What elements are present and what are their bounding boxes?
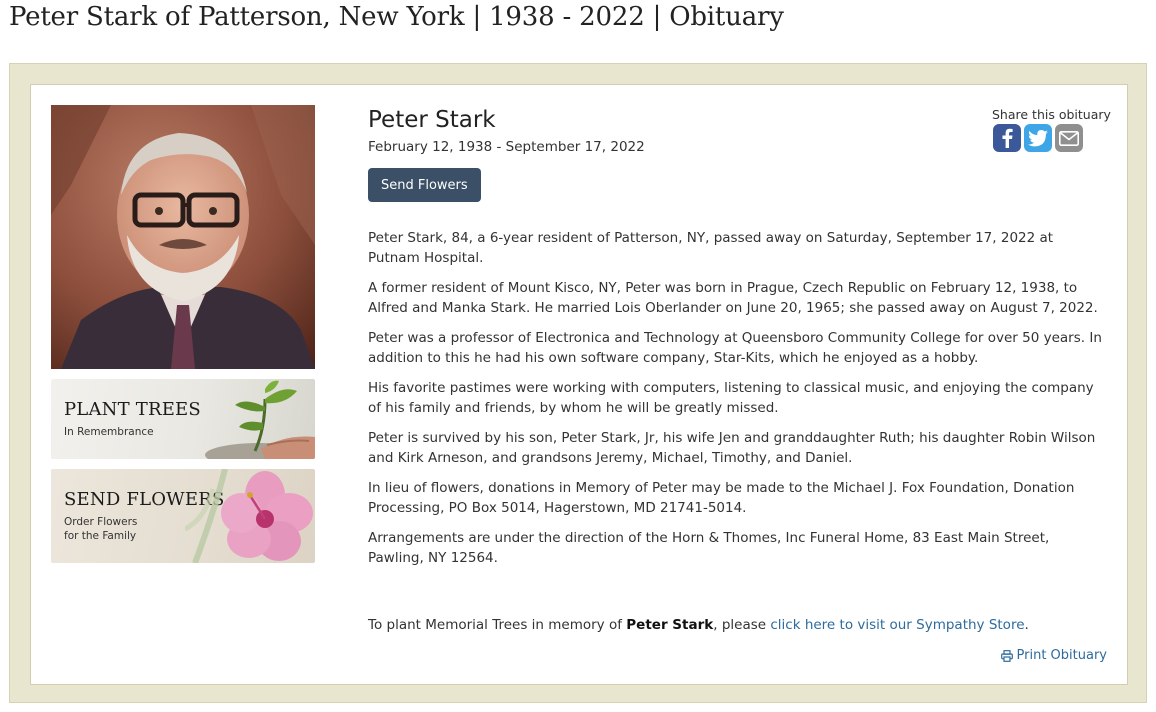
obituary-paragraph: Peter was a professor of Electronica and…	[368, 330, 1102, 366]
memorial-trees-line: To plant Memorial Trees in memory of Pet…	[368, 617, 1029, 633]
send-flowers-subtitle-line1: Order Flowers	[64, 516, 138, 528]
obituary-card: PLANT TREES In Remembrance SEND FLOWERS …	[30, 84, 1128, 685]
seedling-hands-icon	[205, 380, 315, 459]
memorial-trees-suffix: .	[1024, 617, 1029, 633]
page-title: Peter Stark of Patterson, New York | 193…	[9, 2, 784, 32]
obituary-panel: PLANT TREES In Remembrance SEND FLOWERS …	[9, 63, 1147, 703]
obituary-text: Peter Stark, 84, a 6-year resident of Pa…	[368, 228, 1103, 578]
plant-trees-banner[interactable]: PLANT TREES In Remembrance	[51, 379, 315, 459]
send-flowers-button[interactable]: Send Flowers	[368, 168, 481, 202]
memorial-trees-name: Peter Stark	[626, 617, 714, 633]
obituary-paragraph: A former resident of Mount Kisco, NY, Pe…	[368, 280, 1098, 316]
send-flowers-subtitle-line2: for the Family	[64, 530, 137, 542]
printer-icon	[1000, 649, 1013, 662]
send-flowers-banner[interactable]: SEND FLOWERS Order Flowers for the Famil…	[51, 469, 315, 563]
email-icon[interactable]	[1055, 124, 1083, 152]
obituary-paragraph: Arrangements are under the direction of …	[368, 530, 1050, 566]
obituary-paragraph: In lieu of flowers, donations in Memory …	[368, 480, 1075, 516]
obituary-paragraph: His favorite pastimes were working with …	[368, 380, 1094, 416]
print-obituary-link[interactable]: Print Obituary	[1000, 648, 1107, 663]
facebook-icon[interactable]	[993, 124, 1021, 152]
obituary-paragraph: Peter Stark, 84, a 6-year resident of Pa…	[368, 230, 1054, 266]
obituary-paragraph: Peter is survived by his son, Peter Star…	[368, 430, 1096, 466]
plant-trees-title: PLANT TREES	[64, 399, 201, 420]
hibiscus-flower-icon	[185, 469, 313, 563]
memorial-trees-middle: , please	[713, 617, 771, 633]
share-icons	[993, 124, 1083, 152]
plant-trees-subtitle: In Remembrance	[64, 426, 154, 438]
twitter-icon[interactable]	[1024, 124, 1052, 152]
memorial-trees-prefix: To plant Memorial Trees in memory of	[368, 617, 627, 633]
deceased-name: Peter Stark	[368, 107, 496, 133]
sympathy-store-link[interactable]: click here to visit our Sympathy Store	[770, 617, 1024, 633]
portrait-photo	[51, 105, 315, 369]
share-label: Share this obituary	[992, 107, 1111, 122]
print-obituary-label: Print Obituary	[1016, 648, 1107, 663]
life-dates: February 12, 1938 - September 17, 2022	[368, 139, 645, 155]
